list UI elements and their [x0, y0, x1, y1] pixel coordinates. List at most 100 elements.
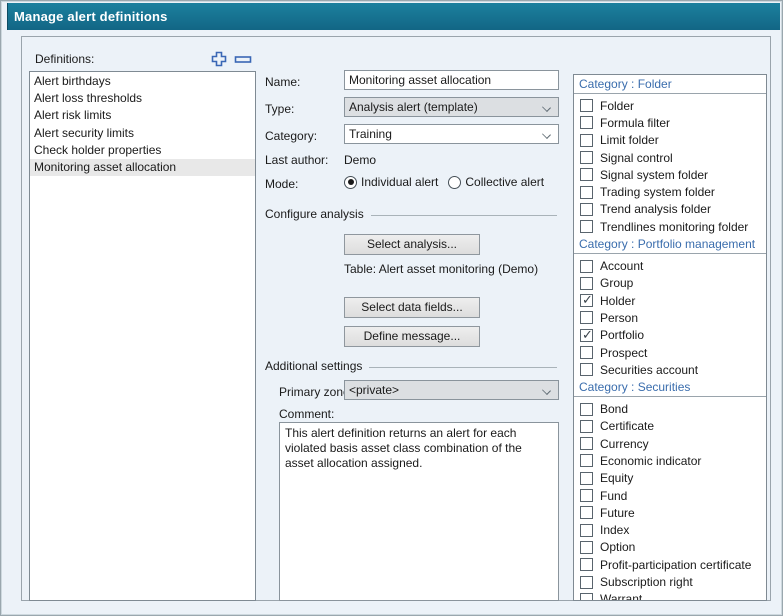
checkbox-unchecked-icon[interactable]: [580, 558, 593, 571]
checkbox-checked-icon[interactable]: [580, 329, 593, 342]
definition-list-item[interactable]: Alert risk limits: [30, 107, 255, 124]
checkbox-unchecked-icon[interactable]: [580, 420, 593, 433]
remove-definition-button[interactable]: [234, 50, 252, 68]
definition-list-item[interactable]: Monitoring asset allocation: [30, 159, 255, 176]
category-checkbox-row[interactable]: Trendlines monitoring folder: [574, 218, 766, 235]
category-checkbox-row[interactable]: Group: [574, 275, 766, 292]
category-checkbox-row[interactable]: Trend analysis folder: [574, 201, 766, 218]
definition-list-item[interactable]: Alert security limits: [30, 125, 255, 142]
checkbox-unchecked-icon[interactable]: [580, 311, 593, 324]
category-checkbox-row[interactable]: Economic indicator: [574, 452, 766, 469]
checkbox-unchecked-icon[interactable]: [580, 593, 593, 601]
definitions-listbox[interactable]: Alert birthdaysAlert loss thresholdsAler…: [29, 71, 256, 601]
checkbox-unchecked-icon[interactable]: [580, 168, 593, 181]
checkbox-unchecked-icon[interactable]: [580, 524, 593, 537]
mode-label: Mode:: [265, 177, 298, 191]
chevron-down-icon: [542, 386, 551, 395]
checkbox-unchecked-icon[interactable]: [580, 489, 593, 502]
manage-alert-definitions-dialog: Manage alert definitions Definitions: Al…: [0, 0, 783, 616]
category-checkbox-row[interactable]: Option: [574, 539, 766, 556]
category-checkbox-row[interactable]: Fund: [574, 487, 766, 504]
category-checkbox-row[interactable]: Signal system folder: [574, 166, 766, 183]
title-bar: Manage alert definitions: [7, 3, 780, 30]
category-checkbox-row[interactable]: Account: [574, 257, 766, 274]
definitions-label: Definitions:: [35, 52, 94, 66]
category-checkbox-label: Limit folder: [600, 133, 659, 147]
category-checkbox-row[interactable]: Profit-participation certificate: [574, 556, 766, 573]
category-checkbox-label: Holder: [600, 294, 635, 308]
primary-zone-dropdown[interactable]: <private>: [344, 380, 559, 400]
definition-list-item[interactable]: Check holder properties: [30, 142, 255, 159]
category-checkbox-row[interactable]: Subscription right: [574, 573, 766, 590]
mode-radio-group: Individual alert Collective alert: [344, 175, 544, 189]
comment-label: Comment:: [279, 407, 334, 421]
category-checkbox-row[interactable]: Signal control: [574, 149, 766, 166]
category-checkbox-label: Trendlines monitoring folder: [600, 220, 748, 234]
comment-textarea[interactable]: This alert definition returns an alert f…: [279, 422, 559, 601]
add-definition-button[interactable]: [210, 50, 228, 68]
category-dropdown[interactable]: Training: [344, 124, 559, 144]
checkbox-unchecked-icon[interactable]: [580, 220, 593, 233]
category-checkbox-row[interactable]: Bond: [574, 400, 766, 417]
category-checkbox-row[interactable]: Formula filter: [574, 114, 766, 131]
category-checkbox-row[interactable]: Future: [574, 504, 766, 521]
category-checkbox-label: Prospect: [600, 346, 647, 360]
category-checkbox-row[interactable]: Equity: [574, 470, 766, 487]
category-checkbox-row[interactable]: Prospect: [574, 344, 766, 361]
category-checkbox-label: Future: [600, 506, 635, 520]
mode-radio-option[interactable]: Individual alert: [344, 175, 438, 189]
category-checkbox-row[interactable]: Portfolio: [574, 327, 766, 344]
category-checkbox-label: Trend analysis folder: [600, 202, 711, 216]
category-checkbox-row[interactable]: Trading system folder: [574, 183, 766, 200]
category-checkbox-row[interactable]: Person: [574, 309, 766, 326]
checkbox-unchecked-icon[interactable]: [580, 346, 593, 359]
category-checkbox-label: Account: [600, 259, 643, 273]
checkbox-unchecked-icon[interactable]: [580, 99, 593, 112]
checkbox-unchecked-icon[interactable]: [580, 506, 593, 519]
category-section-items: BondCertificateCurrencyEconomic indicato…: [574, 397, 766, 601]
category-checkbox-label: Warrant: [600, 592, 642, 601]
category-checkbox-row[interactable]: Limit folder: [574, 132, 766, 149]
mode-radio-label: Individual alert: [361, 175, 438, 189]
category-checkbox-label: Option: [600, 540, 635, 554]
checkbox-unchecked-icon[interactable]: [580, 203, 593, 216]
last-author-label: Last author:: [265, 153, 328, 167]
type-dropdown[interactable]: Analysis alert (template): [344, 97, 559, 117]
checkbox-unchecked-icon[interactable]: [580, 151, 593, 164]
additional-settings-heading: Additional settings: [265, 359, 362, 373]
category-checkbox-row[interactable]: Holder: [574, 292, 766, 309]
name-input[interactable]: [344, 70, 559, 90]
select-analysis-button[interactable]: Select analysis...: [344, 234, 480, 255]
checkbox-unchecked-icon[interactable]: [580, 363, 593, 376]
checkbox-unchecked-icon[interactable]: [580, 576, 593, 589]
configure-analysis-section-header: Configure analysis: [265, 207, 557, 221]
checkbox-unchecked-icon[interactable]: [580, 454, 593, 467]
checkbox-unchecked-icon[interactable]: [580, 186, 593, 199]
plus-icon: [210, 50, 228, 68]
checkbox-unchecked-icon[interactable]: [580, 116, 593, 129]
checkbox-unchecked-icon[interactable]: [580, 437, 593, 450]
select-data-fields-button[interactable]: Select data fields...: [344, 297, 480, 318]
checkbox-unchecked-icon[interactable]: [580, 541, 593, 554]
checkbox-unchecked-icon[interactable]: [580, 472, 593, 485]
radio-button-icon: [448, 176, 461, 189]
checkbox-checked-icon[interactable]: [580, 294, 593, 307]
category-checkbox-label: Profit-participation certificate: [600, 558, 751, 572]
category-dropdown-value: Training: [349, 127, 392, 141]
mode-radio-option[interactable]: Collective alert: [448, 175, 544, 189]
checkbox-unchecked-icon[interactable]: [580, 277, 593, 290]
checkbox-unchecked-icon[interactable]: [580, 260, 593, 273]
definition-list-item[interactable]: Alert loss thresholds: [30, 90, 255, 107]
category-checkbox-row[interactable]: Folder: [574, 97, 766, 114]
definition-list-item[interactable]: Alert birthdays: [30, 73, 255, 90]
category-checkbox-row[interactable]: Warrant: [574, 591, 766, 601]
checkbox-unchecked-icon[interactable]: [580, 134, 593, 147]
category-checkbox-row[interactable]: Currency: [574, 435, 766, 452]
category-checkbox-row[interactable]: Index: [574, 522, 766, 539]
category-checkbox-row[interactable]: Certificate: [574, 418, 766, 435]
category-checkbox-row[interactable]: Securities account: [574, 361, 766, 378]
category-checkbox-label: Equity: [600, 471, 633, 485]
checkbox-unchecked-icon[interactable]: [580, 403, 593, 416]
define-message-button[interactable]: Define message...: [344, 326, 480, 347]
categories-panel: Category : FolderFolderFormula filterLim…: [573, 74, 767, 601]
